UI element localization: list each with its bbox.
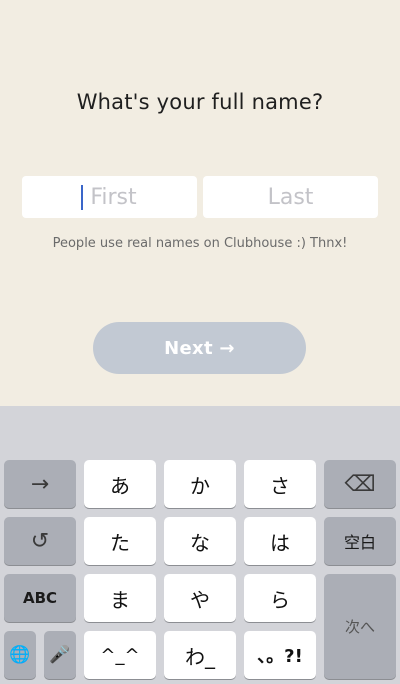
key-emoticon[interactable]: ^_^ [84,631,156,679]
microphone-icon: 🎤 [49,645,71,665]
tab-key[interactable]: → [4,460,76,508]
undo-icon: ↺ [30,528,50,554]
globe-key[interactable]: 🌐 [4,631,36,679]
text-caret [81,185,83,210]
first-name-placeholder: First [90,184,137,210]
arrow-right-icon: → [30,471,50,497]
backspace-icon: ⌫ [344,471,376,497]
key-ra[interactable]: ら [244,574,316,622]
key-wa[interactable]: わ_ [164,631,236,679]
key-ya[interactable]: や [164,574,236,622]
abc-key[interactable]: ABC [4,574,76,622]
next-button[interactable]: Next → [93,322,306,374]
key-ha[interactable]: は [244,517,316,565]
page-title: What's your full name? [76,90,324,114]
first-name-input[interactable]: First [22,176,197,218]
key-sa[interactable]: さ [244,460,316,508]
abc-label: ABC [22,589,58,607]
undo-key[interactable]: ↺ [4,517,76,565]
key-ma[interactable]: ま [84,574,156,622]
last-name-placeholder: Last [267,184,314,210]
key-na[interactable]: な [164,517,236,565]
next-key[interactable]: 次へ [324,574,396,679]
key-a[interactable]: あ [84,460,156,508]
key-punctuation[interactable]: 、。?! [244,631,316,679]
key-ka[interactable]: か [164,460,236,508]
last-name-input[interactable]: Last [203,176,378,218]
hint-text: People use real names on Clubhouse :) Th… [52,236,348,251]
key-ta[interactable]: た [84,517,156,565]
mic-key[interactable]: 🎤 [44,631,76,679]
space-key[interactable]: 空白 [324,517,396,565]
delete-key[interactable]: ⌫ [324,460,396,508]
keyboard: → あ か さ ⌫ ↺ た な は 空白 ABC ま や ら 次へ 🌐 🎤 ^_… [0,406,400,684]
globe-icon: 🌐 [9,645,31,665]
